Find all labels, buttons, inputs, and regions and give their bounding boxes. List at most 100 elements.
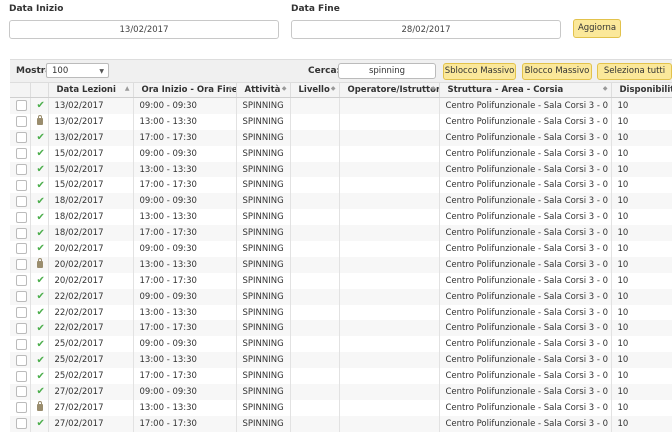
row-select-cell bbox=[10, 145, 31, 162]
table-row[interactable]: ✔ 15/02/2017 13:00 - 13:30 SPINNING Centro P… bbox=[10, 161, 672, 178]
header-date[interactable]: Data Lezioni ▲ bbox=[48, 83, 134, 98]
row-checkbox[interactable] bbox=[16, 291, 27, 303]
cell-availability: 10 bbox=[611, 352, 672, 369]
table-row[interactable]: ✔ 15/02/2017 17:00 - 17:30 SPINNING Centro P… bbox=[10, 177, 672, 194]
row-checkbox[interactable] bbox=[16, 164, 27, 175]
row-checkbox[interactable] bbox=[16, 354, 27, 366]
table-row[interactable]: ✔ 25/02/2017 17:00 - 17:30 SPINNING Centro P… bbox=[10, 368, 672, 385]
check-icon[interactable]: ✔ bbox=[37, 355, 45, 366]
update-button[interactable]: Aggiorna bbox=[573, 19, 621, 38]
header-structure[interactable]: Struttura - Area - Corsia ◆ bbox=[439, 83, 612, 98]
row-checkbox[interactable] bbox=[16, 148, 27, 160]
check-icon[interactable]: ✔ bbox=[37, 371, 45, 382]
row-checkbox[interactable] bbox=[16, 211, 27, 223]
header-level[interactable]: Livello ◆ bbox=[290, 83, 340, 98]
cell-level bbox=[290, 384, 340, 400]
check-icon[interactable]: ✔ bbox=[37, 307, 45, 318]
cell-activity: SPINNING bbox=[236, 336, 291, 353]
header-time[interactable]: Ora Inizio - Ora Fine ◆ bbox=[133, 83, 237, 98]
row-checkbox[interactable] bbox=[16, 100, 27, 112]
row-checkbox[interactable] bbox=[16, 132, 27, 144]
header-activity[interactable]: Attività ◆ bbox=[236, 83, 291, 98]
row-checkbox[interactable] bbox=[16, 179, 27, 191]
table-row[interactable]: ✔ 20/02/2017 17:00 - 17:30 SPINNING Centro P… bbox=[10, 272, 672, 289]
row-select-cell bbox=[10, 352, 31, 369]
cell-structure: Centro Polifunzionale - Sala Corsi 3 - 0 bbox=[439, 209, 612, 226]
check-icon[interactable]: ✔ bbox=[37, 164, 45, 175]
cell-activity: SPINNING bbox=[236, 399, 291, 416]
lock-icon[interactable] bbox=[36, 401, 43, 412]
lock-icon[interactable] bbox=[36, 115, 43, 126]
table-row[interactable]: ✔ 20/02/2017 09:00 - 09:30 SPINNING Centro P… bbox=[10, 241, 672, 257]
select-all-button[interactable]: Seleziona tutti bbox=[597, 63, 672, 80]
cell-operator bbox=[339, 177, 440, 194]
table-row[interactable]: ✔ 18/02/2017 17:00 - 17:30 SPINNING Centro P… bbox=[10, 225, 672, 242]
cell-operator bbox=[339, 256, 440, 273]
table-row[interactable]: 20/02/2017 13:00 - 13:30 SPINNING Centro Po… bbox=[10, 256, 672, 273]
check-icon[interactable]: ✔ bbox=[37, 212, 45, 223]
check-icon[interactable]: ✔ bbox=[37, 196, 45, 207]
check-icon[interactable]: ✔ bbox=[37, 275, 45, 286]
row-checkbox[interactable] bbox=[16, 370, 27, 382]
table-row[interactable]: ✔ 25/02/2017 13:00 - 13:30 SPINNING Centro P… bbox=[10, 352, 672, 369]
header-operator[interactable]: Operatore/Istruttore ◆ bbox=[339, 83, 440, 98]
row-checkbox[interactable] bbox=[16, 227, 27, 239]
cell-operator bbox=[339, 272, 440, 289]
row-checkbox[interactable] bbox=[16, 338, 27, 350]
unlock-all-button[interactable]: Sblocco Massivo bbox=[443, 63, 516, 80]
table-row[interactable]: ✔ 25/02/2017 09:00 - 09:30 SPINNING Centro P… bbox=[10, 336, 672, 353]
table-row[interactable]: ✔ 18/02/2017 09:00 - 09:30 SPINNING Centro P… bbox=[10, 193, 672, 210]
row-checkbox[interactable] bbox=[16, 275, 27, 287]
cell-structure: Centro Polifunzionale - Sala Corsi 3 - 0 bbox=[439, 129, 612, 146]
table-row[interactable]: 13/02/2017 13:00 - 13:30 SPINNING Centro Po… bbox=[10, 113, 672, 130]
check-icon[interactable]: ✔ bbox=[37, 180, 45, 191]
row-checkbox[interactable] bbox=[16, 116, 27, 128]
table-row[interactable]: ✔ 22/02/2017 17:00 - 17:30 SPINNING Centro P… bbox=[10, 320, 672, 337]
check-icon[interactable]: ✔ bbox=[37, 132, 45, 143]
check-icon[interactable]: ✔ bbox=[37, 100, 45, 111]
end-date-input[interactable]: 28/02/2017 bbox=[291, 20, 561, 39]
cell-time: 13:00 - 13:30 bbox=[133, 304, 237, 321]
check-icon[interactable]: ✔ bbox=[37, 291, 45, 302]
row-checkbox[interactable] bbox=[16, 386, 27, 398]
table-row[interactable]: ✔ 27/02/2017 09:00 - 09:30 SPINNING Centro P… bbox=[10, 384, 672, 400]
check-icon[interactable]: ✔ bbox=[37, 148, 45, 159]
row-status-cell bbox=[30, 399, 49, 416]
row-checkbox[interactable] bbox=[16, 243, 27, 255]
check-icon[interactable]: ✔ bbox=[37, 386, 45, 397]
check-icon[interactable]: ✔ bbox=[37, 323, 45, 334]
row-checkbox[interactable] bbox=[16, 307, 27, 319]
cell-activity: SPINNING bbox=[236, 225, 291, 242]
cell-structure: Centro Polifunzionale - Sala Corsi 3 - 0 bbox=[439, 193, 612, 210]
table-row[interactable]: ✔ 22/02/2017 09:00 - 09:30 SPINNING Centro P… bbox=[10, 288, 672, 305]
check-icon[interactable]: ✔ bbox=[37, 243, 45, 254]
cell-date: 27/02/2017 bbox=[48, 384, 134, 400]
row-checkbox[interactable] bbox=[16, 402, 27, 414]
cell-availability: 10 bbox=[611, 209, 672, 226]
row-checkbox[interactable] bbox=[16, 322, 27, 334]
row-checkbox[interactable] bbox=[16, 418, 27, 430]
start-date-input[interactable]: 13/02/2017 bbox=[9, 20, 279, 39]
check-icon[interactable]: ✔ bbox=[37, 418, 45, 429]
table-row[interactable]: ✔ 13/02/2017 09:00 - 09:30 SPINNING Centro P… bbox=[10, 97, 672, 114]
search-input[interactable]: spinning bbox=[338, 63, 436, 79]
row-checkbox[interactable] bbox=[16, 195, 27, 207]
cell-time: 17:00 - 17:30 bbox=[133, 272, 237, 289]
table-row[interactable]: 27/02/2017 13:00 - 13:30 SPINNING Centro Po… bbox=[10, 399, 672, 416]
table-row[interactable]: ✔ 13/02/2017 17:00 - 17:30 SPINNING Centro P… bbox=[10, 129, 672, 146]
lock-all-button[interactable]: Blocco Massivo bbox=[522, 63, 592, 80]
lock-icon[interactable] bbox=[36, 258, 43, 269]
table-row[interactable]: ✔ 15/02/2017 09:00 - 09:30 SPINNING Centro P… bbox=[10, 145, 672, 162]
row-status-cell: ✔ bbox=[30, 177, 49, 194]
table-row[interactable]: ✔ 18/02/2017 13:00 - 13:30 SPINNING Centro P… bbox=[10, 209, 672, 226]
table-row[interactable]: ✔ 22/02/2017 13:00 - 13:30 SPINNING Centro P… bbox=[10, 304, 672, 321]
check-icon[interactable]: ✔ bbox=[37, 228, 45, 239]
page-size-select[interactable]: 100 ▼ bbox=[46, 63, 109, 78]
check-icon[interactable]: ✔ bbox=[37, 339, 45, 350]
table-row[interactable]: ✔ 27/02/2017 17:00 - 17:30 SPINNING Centro P… bbox=[10, 415, 672, 432]
cell-operator bbox=[339, 320, 440, 337]
cell-date: 20/02/2017 bbox=[48, 272, 134, 289]
row-checkbox[interactable] bbox=[16, 259, 27, 271]
header-availability[interactable]: Disponibilità bbox=[611, 83, 672, 98]
cell-activity: SPINNING bbox=[236, 304, 291, 321]
